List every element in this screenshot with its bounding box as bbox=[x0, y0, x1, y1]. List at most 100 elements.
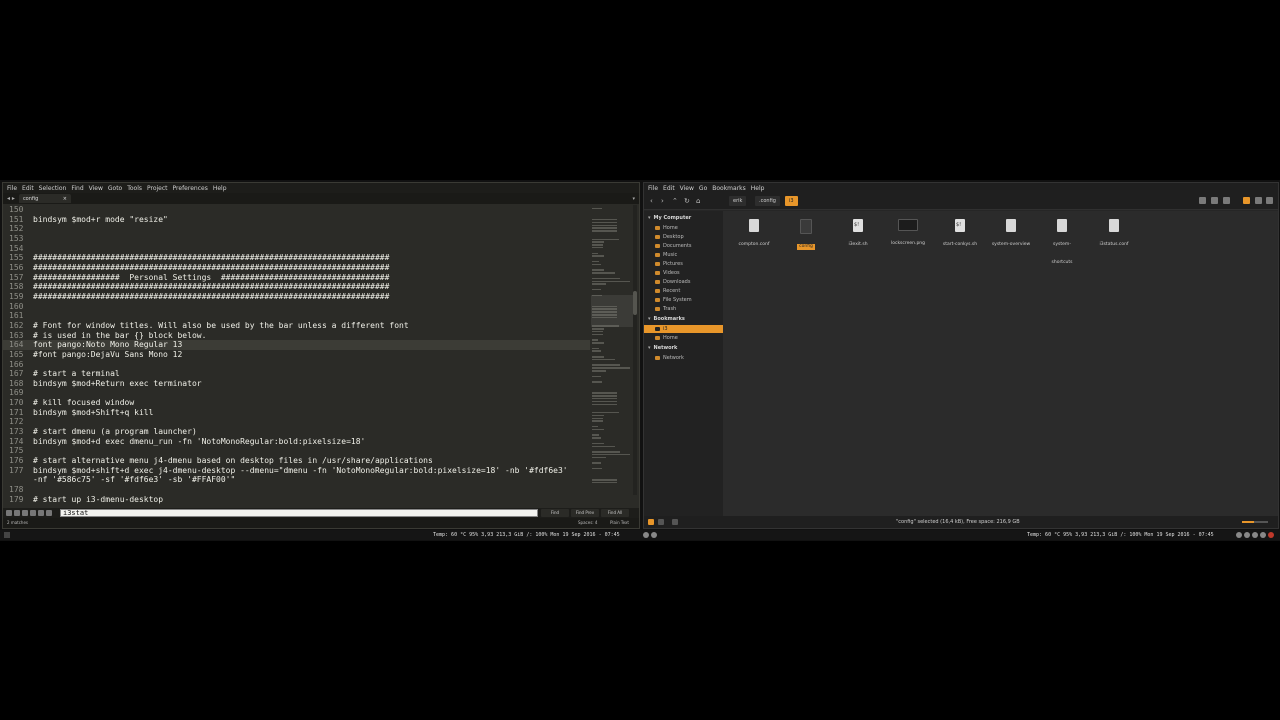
sidebar-item-downloads[interactable]: Downloads bbox=[644, 278, 723, 286]
menu-item-edit[interactable]: Edit bbox=[22, 185, 34, 192]
section-my-computer[interactable]: ▾ My Computer bbox=[648, 215, 691, 221]
code-line: 154 bbox=[3, 244, 590, 254]
menu-item-edit[interactable]: Edit bbox=[663, 185, 675, 192]
section-network[interactable]: ▾ Network bbox=[648, 345, 677, 351]
sidebar-item-music[interactable]: Music bbox=[644, 251, 723, 259]
search-icon[interactable] bbox=[1223, 197, 1230, 204]
show-places-icon[interactable] bbox=[648, 519, 654, 525]
fm-status-text: "config" selected (16,4 kB), Free space:… bbox=[896, 519, 1020, 525]
menu-item-tools[interactable]: Tools bbox=[127, 185, 142, 192]
list-view-icon[interactable] bbox=[1255, 197, 1262, 204]
breadcrumb-erik[interactable]: erik bbox=[729, 196, 747, 206]
code-line: 177 bindsym $mod+shift+d exec j4-dmenu-de… bbox=[3, 466, 590, 476]
workspace-button-left[interactable] bbox=[4, 532, 10, 538]
code-line: 161 bbox=[3, 311, 590, 321]
section-bookmarks[interactable]: ▾ Bookmarks bbox=[648, 316, 685, 322]
wrap-toggle-icon[interactable] bbox=[30, 510, 36, 516]
scrollbar-thumb[interactable] bbox=[633, 291, 637, 315]
code-area[interactable]: 150 151 bindsym $mod+r mode "resize" 152 153… bbox=[3, 205, 590, 508]
line-text: ########################################… bbox=[33, 282, 390, 292]
find-button[interactable]: Find bbox=[541, 509, 569, 517]
hide-sidebar-icon[interactable] bbox=[672, 519, 678, 525]
tray-icon[interactable] bbox=[1252, 532, 1258, 538]
menu-item-help[interactable]: Help bbox=[213, 185, 227, 192]
menu-item-file[interactable]: File bbox=[7, 185, 17, 192]
case-toggle-icon[interactable] bbox=[14, 510, 20, 516]
reload-icon[interactable]: ↻ bbox=[684, 196, 690, 206]
sidebar-item-network[interactable]: Network bbox=[644, 354, 723, 362]
sidebar-item-pictures[interactable]: Pictures bbox=[644, 260, 723, 268]
file-item[interactable]: i3exit.sh bbox=[833, 219, 883, 250]
breadcrumb-config[interactable]: .config bbox=[755, 196, 780, 206]
menu-item-selection[interactable]: Selection bbox=[39, 185, 67, 192]
breadcrumb-i3[interactable]: i3 bbox=[785, 196, 798, 206]
terminal-icon[interactable] bbox=[1211, 197, 1218, 204]
code-line: 152 bbox=[3, 224, 590, 234]
file-item[interactable]: i3status.conf bbox=[1089, 219, 1139, 250]
menu-item-view[interactable]: View bbox=[89, 185, 103, 192]
status-spaces[interactable]: Spaces: 4 bbox=[578, 518, 597, 528]
sidebar-item-i3[interactable]: i3 bbox=[644, 325, 723, 333]
zoom-slider[interactable] bbox=[1242, 521, 1268, 523]
tab-config[interactable]: config × bbox=[18, 194, 71, 203]
sidebar-item-file-system[interactable]: File System bbox=[644, 296, 723, 304]
file-item[interactable]: compton.conf bbox=[729, 219, 779, 250]
file-item[interactable]: config bbox=[781, 219, 831, 252]
find-prev-button[interactable]: Find Prev bbox=[571, 509, 599, 517]
code-line: 173 # start dmenu (a program launcher) bbox=[3, 427, 590, 437]
fm-toolbar: ‹ › ⌃ ↻ ⌂ erik .config i3 bbox=[644, 193, 1278, 210]
menu-item-preferences[interactable]: Preferences bbox=[173, 185, 208, 192]
minimap-line bbox=[592, 367, 630, 369]
tray-icon[interactable] bbox=[1244, 532, 1250, 538]
sidebar-item-documents[interactable]: Documents bbox=[644, 242, 723, 250]
icon-view-icon[interactable] bbox=[1243, 197, 1250, 204]
highlight-toggle-icon[interactable] bbox=[46, 510, 52, 516]
tray-icon[interactable] bbox=[1260, 532, 1266, 538]
fm-menubar: File Edit View Go Bookmarks Help bbox=[644, 183, 1278, 193]
menu-item-project[interactable]: Project bbox=[147, 185, 168, 192]
compact-view-icon[interactable] bbox=[1266, 197, 1273, 204]
whole-word-toggle-icon[interactable] bbox=[22, 510, 28, 516]
file-item[interactable]: system-shortcuts bbox=[1037, 219, 1087, 268]
menu-item-go[interactable]: Go bbox=[699, 185, 707, 192]
menu-item-find[interactable]: Find bbox=[71, 185, 83, 192]
sidebar-item-desktop[interactable]: Desktop bbox=[644, 233, 723, 241]
file-item[interactable]: system-overview bbox=[986, 219, 1036, 250]
menu-item-goto[interactable]: Goto bbox=[108, 185, 122, 192]
new-folder-icon[interactable] bbox=[1199, 197, 1206, 204]
sidebar-item-trash[interactable]: Trash bbox=[644, 305, 723, 313]
tray-icon[interactable] bbox=[1236, 532, 1242, 538]
menu-item-bookmarks[interactable]: Bookmarks bbox=[712, 185, 746, 192]
minimap-line bbox=[592, 325, 619, 327]
menu-item-help[interactable]: Help bbox=[751, 185, 765, 192]
status-syntax[interactable]: Plain Text bbox=[610, 518, 629, 528]
vertical-scrollbar[interactable] bbox=[633, 205, 637, 495]
tab-dropdown-icon[interactable]: ▾ bbox=[632, 196, 635, 202]
file-item[interactable]: start-conkys.sh bbox=[935, 219, 985, 250]
minimap[interactable] bbox=[591, 205, 633, 495]
file-item[interactable]: lockscreen.png bbox=[883, 219, 933, 249]
menu-item-file[interactable]: File bbox=[648, 185, 658, 192]
back-icon[interactable]: ‹ bbox=[650, 196, 653, 206]
tray-icon[interactable] bbox=[643, 532, 649, 538]
find-all-button[interactable]: Find All bbox=[601, 509, 629, 517]
sidebar-item-videos[interactable]: Videos bbox=[644, 269, 723, 277]
show-tree-icon[interactable] bbox=[658, 519, 664, 525]
menu-item-view[interactable]: View bbox=[680, 185, 694, 192]
up-icon[interactable]: ⌃ bbox=[672, 196, 678, 206]
minimap-line bbox=[592, 411, 619, 414]
minimap-line bbox=[592, 442, 604, 445]
regex-toggle-icon[interactable] bbox=[6, 510, 12, 516]
home-icon[interactable]: ⌂ bbox=[696, 196, 700, 206]
sidebar-item-recent[interactable]: Recent bbox=[644, 287, 723, 295]
forward-icon[interactable]: › bbox=[661, 196, 664, 206]
power-icon[interactable] bbox=[1268, 532, 1274, 538]
tab-close-icon[interactable]: × bbox=[63, 196, 67, 202]
in-selection-toggle-icon[interactable] bbox=[38, 510, 44, 516]
sidebar-item-home[interactable]: Home bbox=[644, 224, 723, 232]
tab-nav-arrows-icon[interactable]: ◂ ▸ bbox=[7, 195, 15, 202]
file-grid[interactable]: compton.conf config i3exit.sh lockscreen.pn… bbox=[723, 211, 1278, 516]
tray-icon[interactable] bbox=[651, 532, 657, 538]
find-input[interactable] bbox=[60, 509, 538, 517]
sidebar-item-home-bookmark[interactable]: Home bbox=[644, 334, 723, 342]
